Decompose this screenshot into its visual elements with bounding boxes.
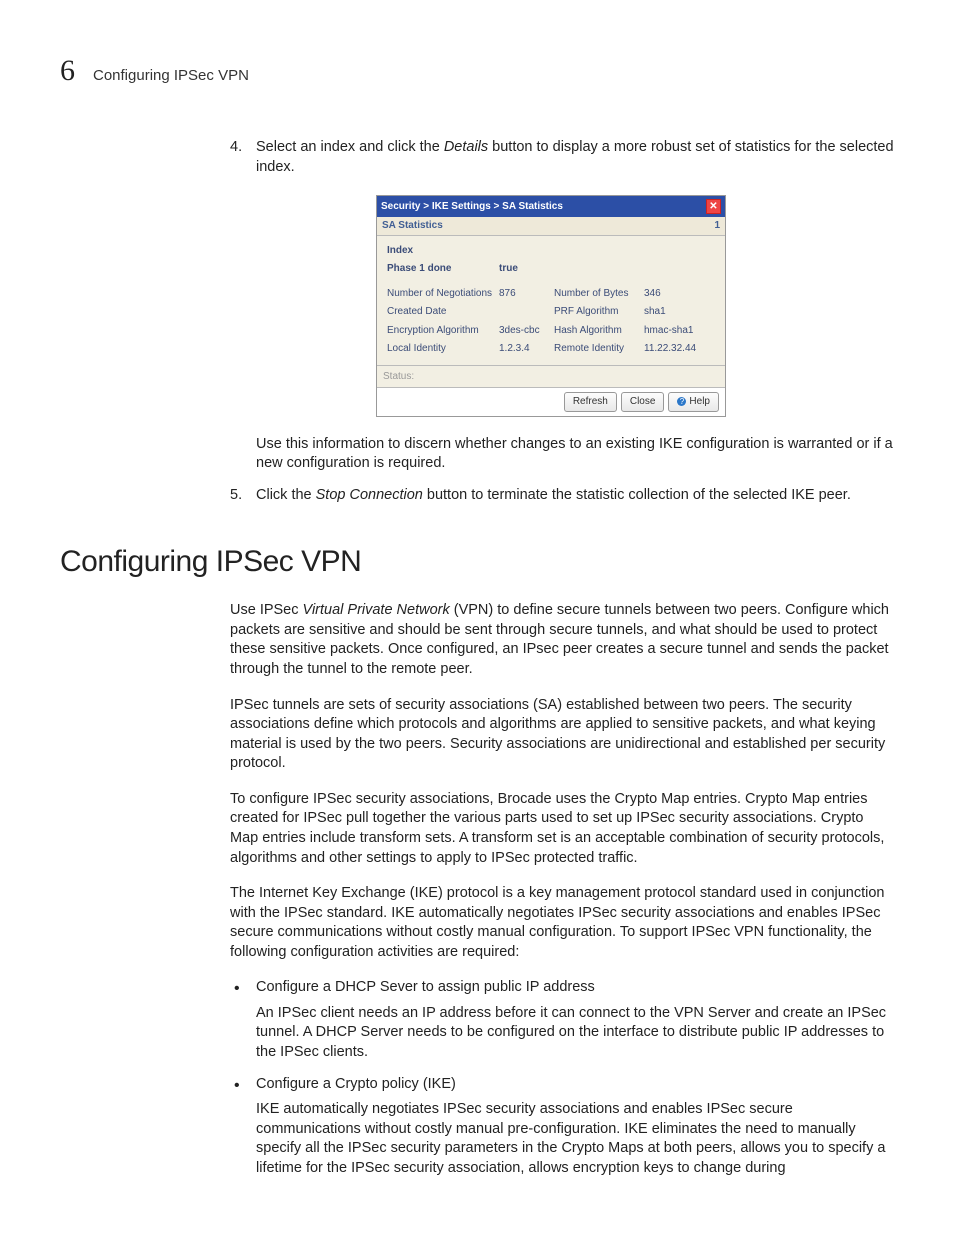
dialog-status: Status: [377,365,725,388]
stat-label: Encryption Algorithm [387,324,499,338]
step-list: 4. Select an index and click the Details… [230,138,894,505]
stat-label: Number of Negotiations [387,287,499,301]
step-4-text: Select an index and click the Details bu… [256,138,894,177]
refresh-button[interactable]: Refresh [564,392,617,412]
close-button[interactable]: Close [621,392,665,412]
stat-value [499,305,554,319]
p1-term: Virtual Private Network [303,602,450,618]
close-label: Close [630,395,656,409]
document-page: 6 Configuring IPSec VPN 4. Select an ind… [0,0,954,1250]
help-icon: ? [677,397,686,406]
step-5-text: Click the Stop Connection button to term… [256,486,894,506]
paragraph: To configure IPSec security associations… [230,790,894,868]
stat-value: 11.22.32.44 [644,342,696,356]
bullet-body: IKE automatically negotiates IPSec secur… [256,1100,894,1178]
stat-label: Hash Algorithm [554,324,644,338]
p1-pre: Use IPSec [230,602,303,618]
paragraph: Use IPSec Virtual Private Network (VPN) … [230,601,894,679]
step-number: 4. [230,138,242,158]
phase1-value: true [499,262,554,276]
subheading-label: SA Statistics [382,219,443,233]
dialog-subheading: SA Statistics 1 [377,217,725,236]
stat-label: Created Date [387,305,499,319]
stat-row: Encryption Algorithm 3des-cbc Hash Algor… [387,324,715,338]
stat-label: Remote Identity [554,342,644,356]
chapter-number: 6 [60,54,75,88]
stat-value: 346 [644,287,661,301]
stat-label: Local Identity [387,342,499,356]
step-5-post: button to terminate the statistic collec… [423,487,851,503]
step-number: 5. [230,486,242,506]
bullet-title: Configure a DHCP Sever to assign public … [256,979,595,995]
dialog-titlebar: Security > IKE Settings > SA Statistics … [377,196,725,217]
stat-row: Created Date PRF Algorithm sha1 [387,305,715,319]
close-icon[interactable]: ✕ [706,199,721,214]
stat-value: 1.2.3.4 [499,342,554,356]
stat-row: Local Identity 1.2.3.4 Remote Identity 1… [387,342,715,356]
section-content: Use IPSec Virtual Private Network (VPN) … [230,601,894,1178]
details-button-ref: Details [444,139,488,155]
list-item: Configure a DHCP Sever to assign public … [230,978,894,1062]
step-4-followup: Use this information to discern whether … [256,435,894,474]
stop-connection-button-ref: Stop Connection [316,487,423,503]
paragraph: IPSec tunnels are sets of security assoc… [230,696,894,774]
help-label: Help [689,395,710,409]
stat-value: 3des-cbc [499,324,554,338]
section-heading: Configuring IPSec VPN [60,545,894,579]
refresh-label: Refresh [573,395,608,409]
index-label: Index [387,244,499,258]
stat-row: Number of Negotiations 876 Number of Byt… [387,287,715,301]
dialog-footer: Refresh Close ?Help [377,387,725,416]
bullet-title: Configure a Crypto policy (IKE) [256,1076,456,1092]
help-button[interactable]: ?Help [668,392,719,412]
stat-value: sha1 [644,305,666,319]
dialog-breadcrumb: Security > IKE Settings > SA Statistics [381,200,563,214]
step-5-pre: Click the [256,487,316,503]
list-item: Configure a Crypto policy (IKE) IKE auto… [230,1075,894,1179]
sa-statistics-dialog: Security > IKE Settings > SA Statistics … [376,195,726,417]
dialog-body: Index Phase 1 done true Number of Negoti… [377,236,725,365]
stat-label: Number of Bytes [554,287,644,301]
step-5: 5. Click the Stop Connection button to t… [230,486,894,506]
step-4-pre: Select an index and click the [256,139,444,155]
main-content: 4. Select an index and click the Details… [230,138,894,505]
step-4: 4. Select an index and click the Details… [230,138,894,474]
stat-value: 876 [499,287,554,301]
bullet-list: Configure a DHCP Sever to assign public … [230,978,894,1178]
stat-label: PRF Algorithm [554,305,644,319]
page-header: 6 Configuring IPSec VPN [60,54,894,88]
bullet-body: An IPSec client needs an IP address befo… [256,1004,894,1063]
phase1-label: Phase 1 done [387,262,499,276]
paragraph: The Internet Key Exchange (IKE) protocol… [230,884,894,962]
chapter-title: Configuring IPSec VPN [93,67,249,84]
stat-value: hmac-sha1 [644,324,693,338]
subheading-count: 1 [714,219,720,233]
